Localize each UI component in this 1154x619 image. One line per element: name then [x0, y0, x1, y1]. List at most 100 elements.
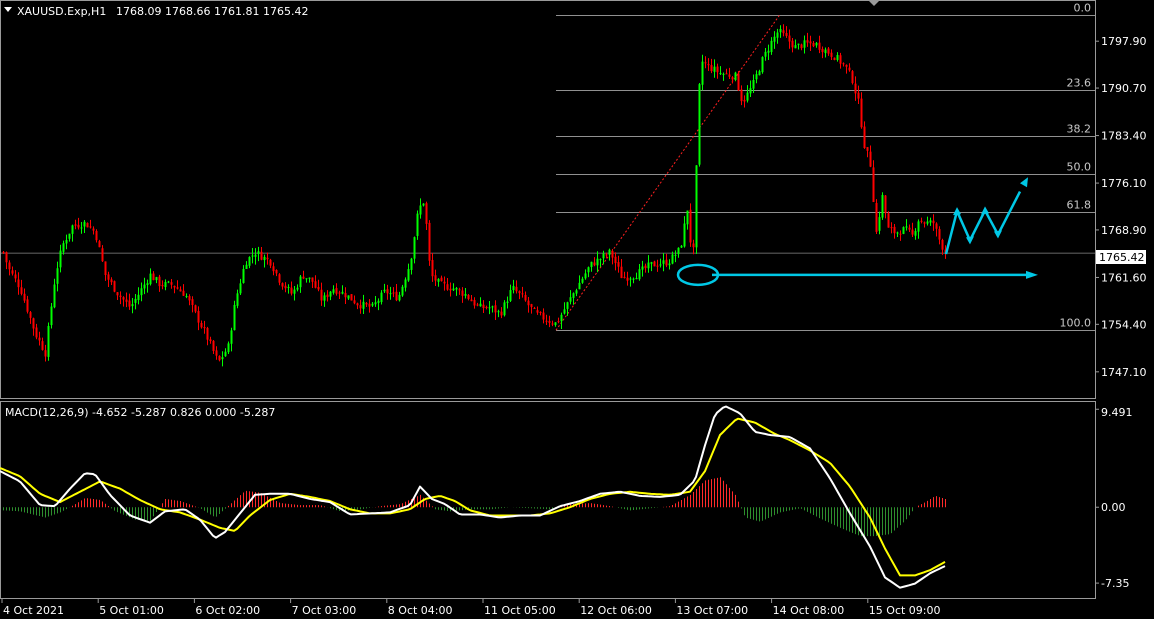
bull-candle — [905, 226, 908, 228]
main-panel-frame — [0, 0, 1096, 399]
bull-candle — [770, 40, 773, 53]
bull-candle — [245, 264, 248, 269]
bear-candle — [935, 223, 938, 229]
bull-candle — [233, 304, 236, 331]
ohlc-label: 1768.09 1768.66 1761.81 1765.42 — [116, 5, 308, 18]
bull-candle — [779, 28, 782, 33]
shift-marker-icon[interactable] — [868, 0, 880, 6]
bear-candle — [86, 222, 89, 228]
bear-candle — [23, 293, 26, 301]
bear-candle — [446, 284, 449, 290]
arrow-head-icon[interactable] — [1026, 270, 1038, 279]
arrow-head-icon[interactable] — [966, 236, 974, 245]
bear-candle — [443, 281, 446, 284]
dropdown-triangle-icon[interactable] — [4, 7, 12, 12]
bear-candle — [542, 312, 545, 320]
bull-candle — [65, 239, 68, 244]
bear-candle — [623, 276, 626, 278]
fib-trend-line[interactable] — [555, 14, 781, 331]
bull-candle — [734, 72, 737, 80]
price-chart-canvas[interactable]: 0.023.638.250.061.8100.0 1797.901790.701… — [0, 0, 1154, 619]
bear-candle — [335, 288, 338, 294]
bull-candle — [68, 233, 71, 239]
time-tick-label: 7 Oct 03:00 — [292, 604, 357, 617]
macd-tick-label: 9.491 — [1101, 406, 1133, 419]
bull-candle — [896, 232, 899, 234]
annotations[interactable] — [676, 177, 1038, 287]
zigzag-arrow-line[interactable] — [944, 190, 1022, 255]
bear-candle — [932, 220, 935, 224]
bear-candle — [788, 35, 791, 42]
bear-candle — [350, 294, 353, 301]
bear-candle — [710, 65, 713, 72]
bear-candle — [800, 44, 803, 49]
bull-candle — [917, 221, 920, 232]
bull-candle — [230, 330, 233, 344]
bull-candle — [71, 225, 74, 234]
bear-candle — [692, 243, 695, 248]
bull-candle — [695, 165, 698, 248]
bear-candle — [38, 337, 41, 341]
bear-candle — [833, 57, 836, 61]
current-price-value: 1765.42 — [1099, 251, 1145, 264]
bear-candle — [179, 289, 182, 292]
bear-candle — [899, 233, 902, 235]
arrow-head-icon[interactable] — [994, 230, 1002, 239]
bull-candle — [140, 288, 143, 296]
bear-candle — [593, 262, 596, 266]
bull-candle — [332, 289, 335, 293]
bear-candle — [356, 303, 359, 306]
bull-candle — [419, 205, 422, 215]
bear-candle — [104, 261, 107, 276]
bull-candle — [506, 301, 509, 303]
bull-candle — [563, 309, 566, 314]
bear-candle — [320, 289, 323, 301]
bear-candle — [368, 303, 371, 307]
bear-candle — [173, 285, 176, 288]
bull-candle — [755, 74, 758, 80]
bear-candle — [707, 64, 710, 66]
bull-candle — [383, 289, 386, 292]
time-tick-label: 13 Oct 07:00 — [676, 604, 748, 617]
bull-candle — [560, 314, 563, 322]
bull-candle — [323, 295, 326, 301]
bull-candle — [650, 262, 653, 264]
bull-candle — [164, 282, 167, 287]
bear-candle — [116, 292, 119, 296]
bear-candle — [41, 341, 44, 350]
bear-candle — [842, 63, 845, 65]
bear-candle — [338, 292, 341, 294]
time-tick-label: 8 Oct 04:00 — [388, 604, 453, 617]
arrow-head-icon[interactable] — [1020, 177, 1028, 188]
bull-candle — [362, 301, 365, 309]
bear-candle — [473, 300, 476, 306]
bear-candle — [839, 55, 842, 64]
time-tick-label: 12 Oct 06:00 — [580, 604, 652, 617]
bear-candle — [782, 30, 785, 34]
bear-candle — [14, 274, 17, 279]
bear-candle — [827, 48, 830, 54]
bear-candle — [170, 282, 173, 285]
bear-candle — [482, 304, 485, 309]
bear-candle — [11, 270, 14, 274]
bear-candle — [461, 290, 464, 296]
bull-candle — [776, 32, 779, 38]
arrow-head-icon[interactable] — [981, 206, 989, 215]
bull-candle — [53, 284, 56, 308]
bear-candle — [467, 294, 470, 299]
bear-candle — [98, 241, 101, 248]
bear-candle — [29, 312, 32, 318]
bear-candle — [281, 283, 284, 287]
bear-candle — [128, 300, 131, 307]
bear-candle — [704, 62, 707, 64]
bull-candle — [455, 288, 458, 290]
bear-candle — [920, 220, 923, 222]
bear-candle — [785, 33, 788, 36]
bear-candle — [365, 303, 368, 305]
bull-candle — [80, 227, 83, 229]
bear-candle — [818, 42, 821, 50]
bear-candle — [869, 151, 872, 167]
bull-candle — [305, 278, 308, 280]
bull-candle — [662, 260, 665, 264]
arrow-head-icon[interactable] — [953, 207, 961, 216]
